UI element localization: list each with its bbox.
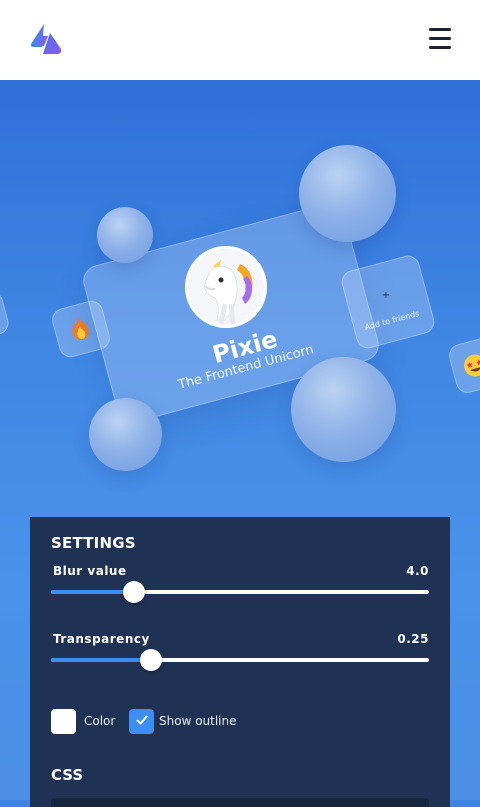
settings-title: SETTINGS: [51, 534, 136, 552]
decorative-bubble: [291, 357, 396, 462]
show-outline-label[interactable]: Show outline: [159, 714, 237, 728]
css-section-title: CSS: [51, 766, 84, 784]
fire-icon: [66, 313, 95, 348]
blur-slider-thumb[interactable]: [123, 581, 145, 603]
transparency-value: 0.25: [397, 632, 429, 646]
bolt-logo-icon[interactable]: [28, 22, 64, 58]
hamburger-menu-icon[interactable]: [426, 26, 454, 52]
color-checkbox-label[interactable]: Color: [84, 714, 115, 728]
settings-panel: SETTINGS Blur value 4.0 Transparency 0.2…: [30, 517, 450, 807]
transparency-slider[interactable]: [51, 649, 429, 671]
unicorn-avatar-icon: [185, 246, 267, 328]
add-friend-icon[interactable]: +: [380, 290, 392, 301]
decorative-bubble: [299, 145, 396, 242]
decorative-bubble: [97, 207, 153, 263]
transparency-slider-thumb[interactable]: [140, 649, 162, 671]
blur-label: Blur value: [53, 564, 127, 578]
decorative-bubble: [89, 398, 162, 471]
top-bar: [0, 0, 480, 80]
css-code-block: [51, 798, 429, 807]
show-outline-checkbox[interactable]: [129, 709, 154, 734]
checkmark-icon: [135, 712, 149, 731]
transparency-label: Transparency: [53, 632, 150, 646]
blur-value: 4.0: [406, 564, 429, 578]
star-struck-icon: [460, 351, 480, 384]
blur-slider-fill: [51, 590, 134, 594]
transparency-slider-fill: [51, 658, 151, 662]
color-checkbox[interactable]: [51, 709, 76, 734]
blur-slider[interactable]: [51, 581, 429, 603]
